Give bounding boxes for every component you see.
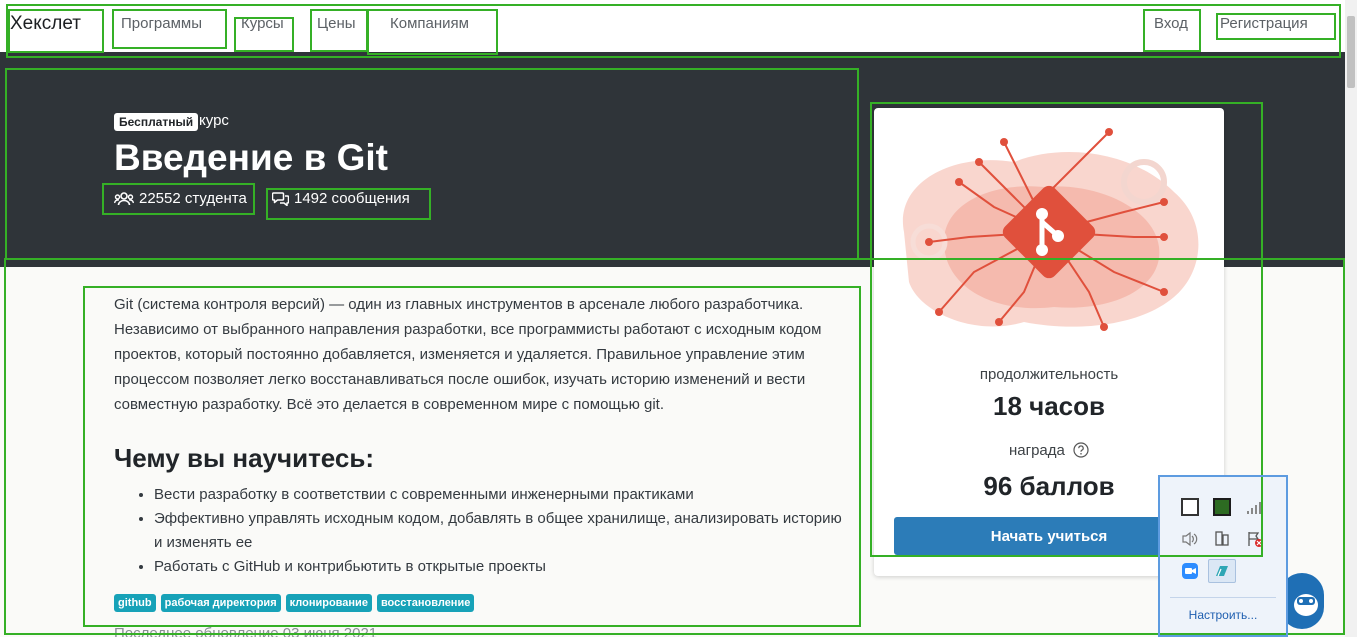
nav-companies[interactable]: Компаниям (390, 15, 469, 32)
duration-value: 18 часов (992, 391, 1106, 421)
usb-device-icon[interactable] (1213, 530, 1231, 548)
last-updated: Последнее обновление 03 июня 2021 (114, 625, 378, 637)
nav-login[interactable]: Вход (1154, 15, 1188, 32)
course-type-label: курс (199, 112, 229, 129)
nvidia-icon[interactable] (1213, 498, 1231, 516)
course-description: Git (система контроля версий) — один из … (114, 296, 822, 413)
git-illustration (902, 128, 1199, 331)
learn-item: Вести разработку в соответствии с соврем… (154, 483, 849, 507)
free-badge: Бесплатный (114, 113, 199, 131)
zoom-icon[interactable] (1181, 562, 1199, 580)
system-tray-popup: Настроить... (1159, 476, 1287, 637)
brand-logo-link[interactable]: Хекслет (10, 13, 81, 35)
course-description-section: Git (система контроля версий) — один из … (114, 292, 849, 579)
top-navbar: Хекслет Программы Курсы Цены Компаниям В… (0, 0, 1345, 52)
action-center-flag-icon[interactable] (1246, 530, 1264, 548)
learn-item: Работать с GitHub и контрибьютить в откр… (154, 555, 849, 579)
reward-label: награда (1008, 442, 1065, 459)
tag-working-directory[interactable]: рабочая директория (160, 594, 281, 612)
students-count-text: 22552 студента (139, 190, 247, 207)
nav-prices[interactable]: Цены (317, 15, 356, 32)
help-icon[interactable] (1073, 442, 1089, 458)
page-scrollbar[interactable] (1345, 0, 1357, 637)
students-count: 22552 студента (114, 190, 247, 207)
duration-label: продолжительность (979, 366, 1119, 383)
learn-heading: Чему вы научитесь: (114, 443, 375, 473)
signal-icon[interactable] (1246, 498, 1264, 516)
reward-label-row: награда (874, 442, 1224, 459)
start-learning-button[interactable]: Начать учиться (894, 517, 1204, 555)
tag-list: github рабочая директория клонирование в… (114, 594, 475, 612)
nav-programs[interactable]: Программы (121, 15, 202, 32)
comments-icon (272, 192, 289, 206)
course-title: Введение в Git (114, 137, 388, 178)
messages-count[interactable]: 1492 сообщения (272, 190, 410, 207)
speaker-icon[interactable] (1181, 530, 1199, 548)
tray-customize-link[interactable]: Настроить... (1160, 608, 1286, 622)
messages-count-text: 1492 сообщения (294, 190, 410, 207)
nav-courses[interactable]: Курсы (241, 15, 284, 32)
users-icon (114, 191, 134, 205)
tag-cloning[interactable]: клонирование (285, 594, 372, 612)
learn-item: Эффективно управлять исходным кодом, доб… (154, 507, 849, 555)
nav-register[interactable]: Регистрация (1220, 15, 1308, 32)
scrollbar-thumb[interactable] (1347, 16, 1355, 88)
learn-list: Вести разработку в соответствии с соврем… (114, 483, 849, 579)
app-highlight-icon[interactable] (1208, 559, 1236, 583)
tag-github[interactable]: github (114, 594, 156, 612)
tag-recovery[interactable]: восстановление (376, 594, 475, 612)
tray-divider (1170, 597, 1276, 598)
monitor-icon[interactable] (1181, 498, 1199, 516)
